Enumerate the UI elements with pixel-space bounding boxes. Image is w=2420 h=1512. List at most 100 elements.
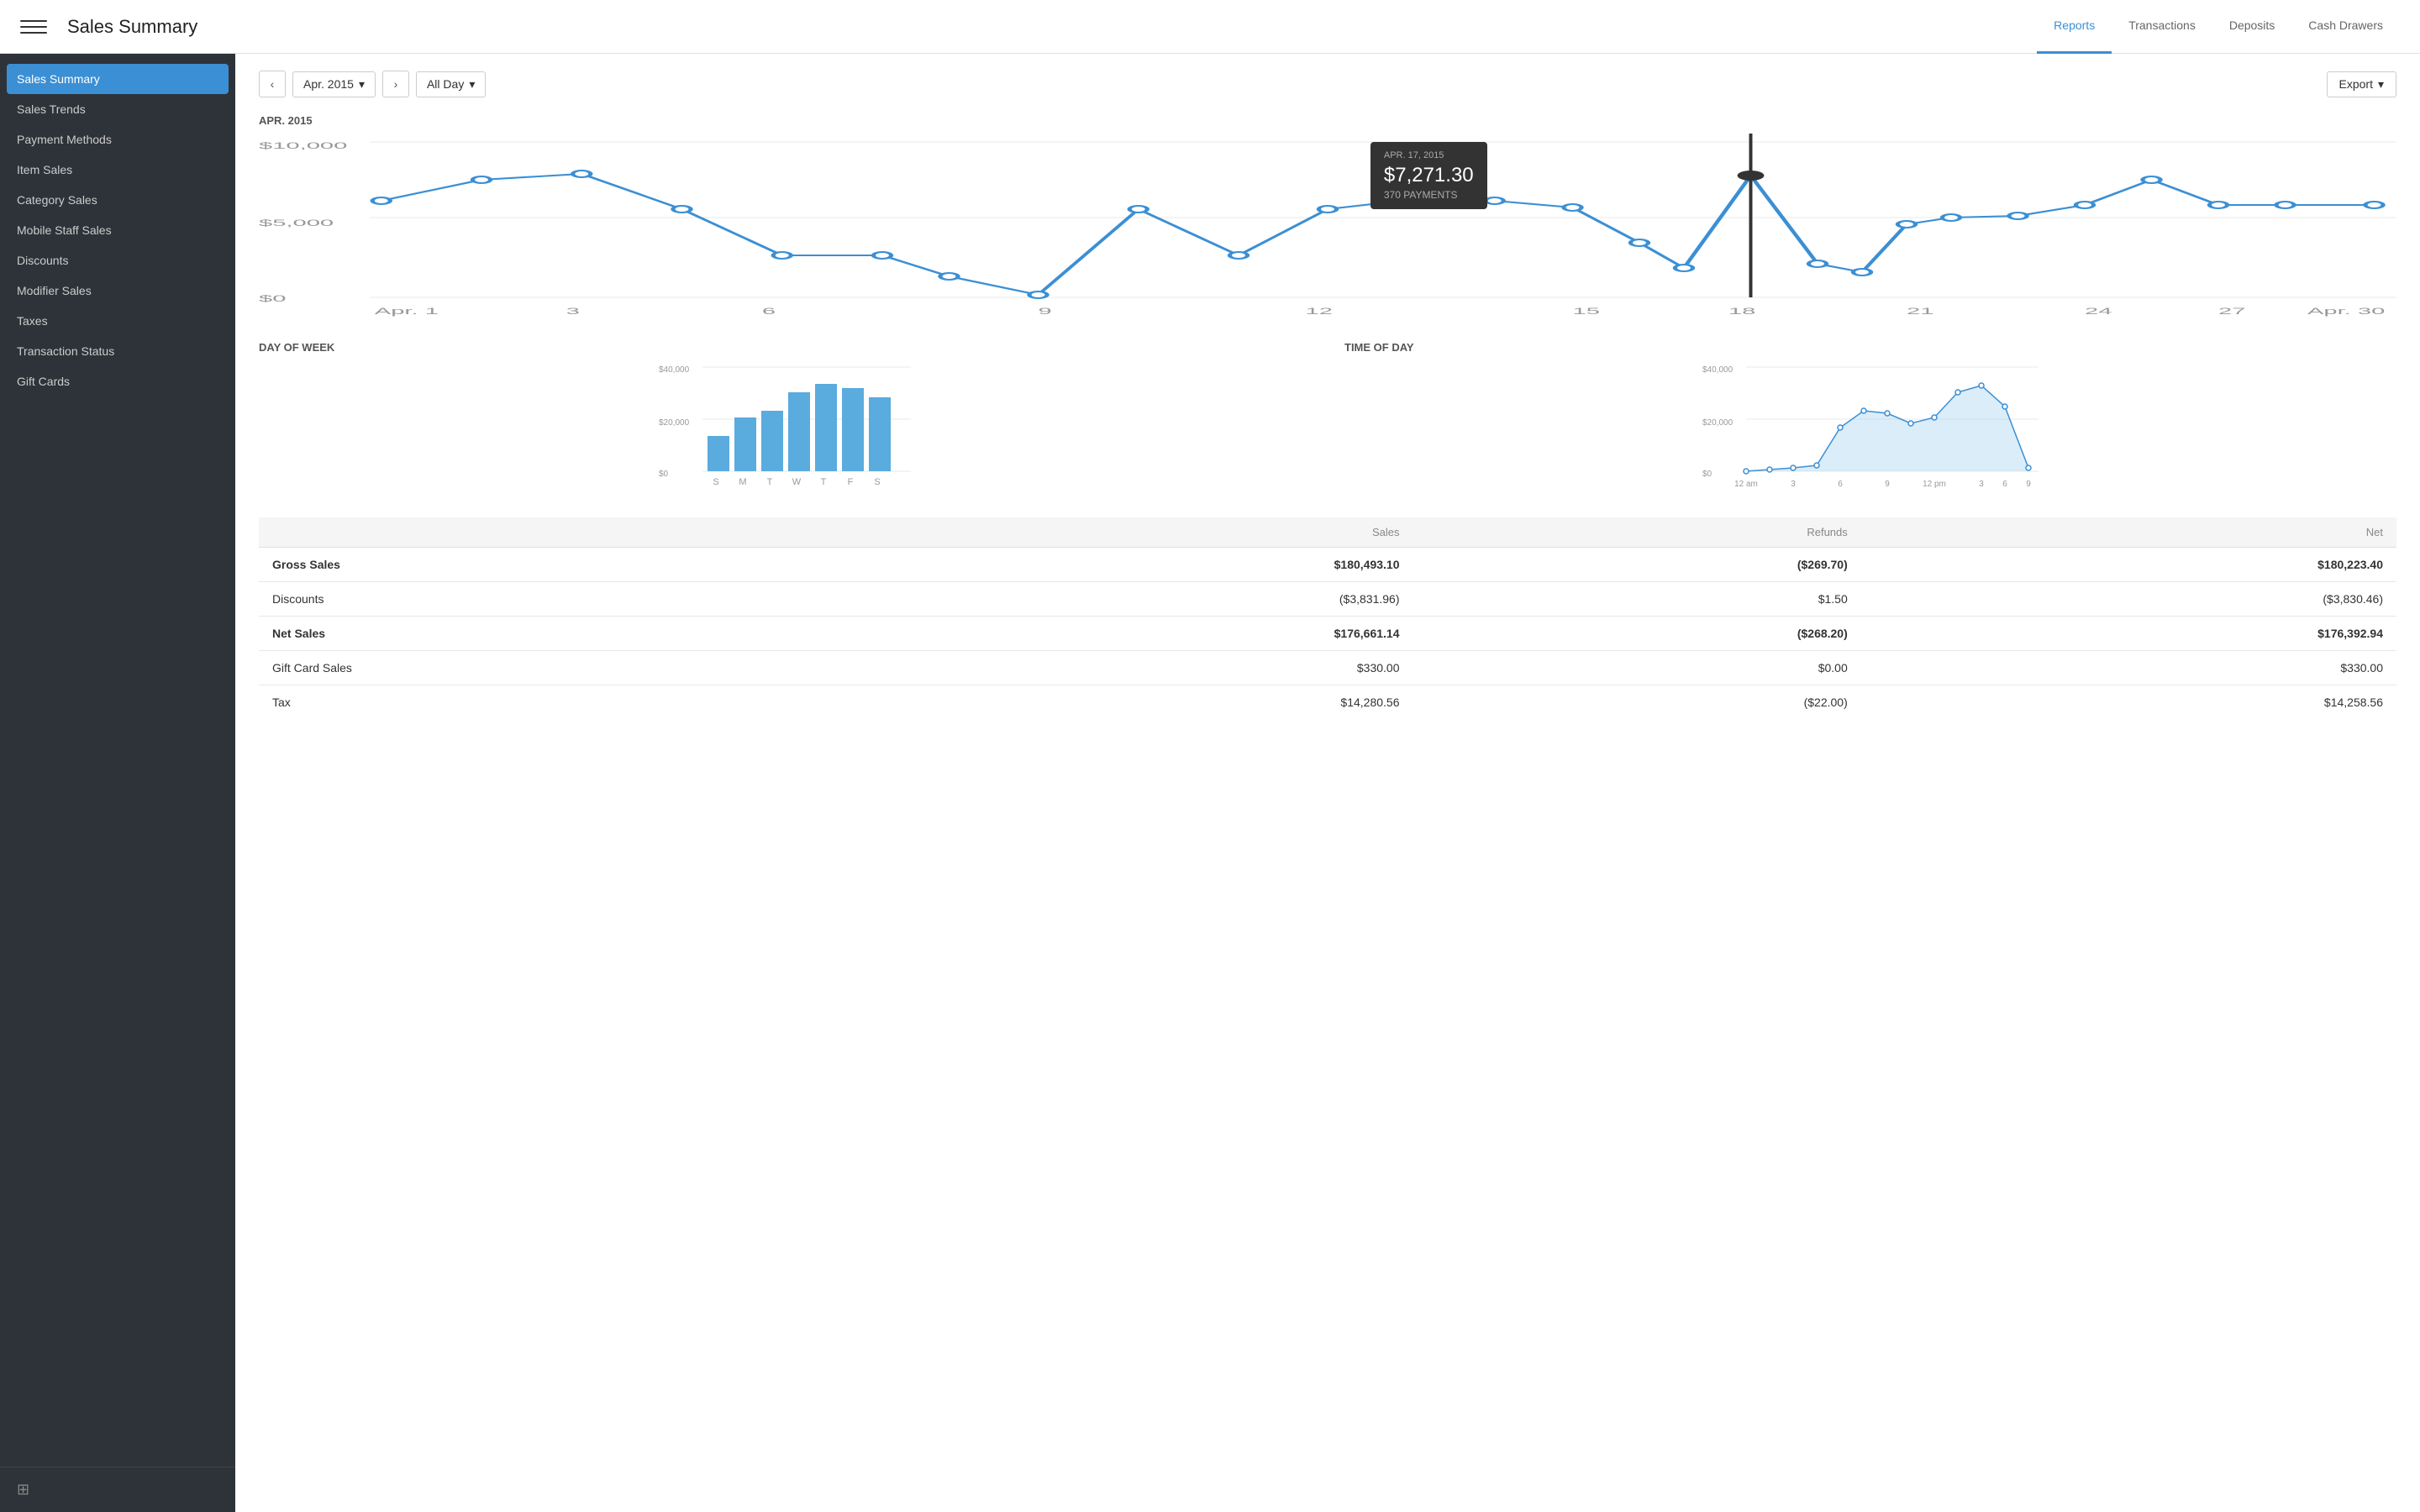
row-sales: $330.00 — [877, 651, 1413, 685]
svg-text:$40,000: $40,000 — [659, 365, 690, 375]
sidebar-item-sales-summary[interactable]: Sales Summary — [7, 64, 229, 94]
sidebar-item-mobile-staff-sales[interactable]: Mobile Staff Sales — [0, 215, 235, 245]
toolbar: ‹ Apr. 2015 ▾ › All Day ▾ Export ▾ — [259, 71, 2396, 97]
nav-cash-drawers[interactable]: Cash Drawers — [2291, 0, 2400, 54]
row-label: Net Sales — [259, 617, 877, 651]
nav-reports[interactable]: Reports — [2037, 0, 2112, 54]
row-sales: $14,280.56 — [877, 685, 1413, 720]
date-chevron-icon: ▾ — [359, 77, 365, 92]
dow-chart-title: DAY OF WEEK — [259, 341, 1311, 354]
svg-text:F: F — [848, 477, 854, 487]
svg-text:$0: $0 — [259, 293, 286, 303]
svg-text:Apr. 1: Apr. 1 — [375, 306, 439, 316]
dow-bar-chart: $40,000 $20,000 $0 — [259, 360, 1311, 495]
nav-deposits[interactable]: Deposits — [2212, 0, 2291, 54]
svg-text:9: 9 — [1039, 306, 1052, 316]
row-refunds: $1.50 — [1413, 582, 1861, 617]
sidebar-item-gift-cards[interactable]: Gift Cards — [0, 366, 235, 396]
svg-text:6: 6 — [762, 306, 776, 316]
sidebar-footer: ⊞ — [0, 1467, 235, 1512]
svg-text:9: 9 — [1885, 480, 1890, 489]
time-chevron-icon: ▾ — [469, 77, 475, 92]
svg-text:3: 3 — [1979, 480, 1984, 489]
svg-text:15: 15 — [1573, 306, 1600, 316]
svg-text:3: 3 — [1791, 480, 1796, 489]
svg-text:S: S — [874, 477, 880, 487]
next-button[interactable]: › — [382, 71, 409, 97]
svg-text:6: 6 — [2002, 480, 2007, 489]
main-layout: Sales Summary Sales Trends Payment Metho… — [0, 54, 2420, 1512]
row-label: Discounts — [259, 582, 877, 617]
sidebar-item-modifier-sales[interactable]: Modifier Sales — [0, 276, 235, 306]
row-sales: $176,661.14 — [877, 617, 1413, 651]
svg-text:18: 18 — [1728, 306, 1755, 316]
sidebar-item-transaction-status[interactable]: Transaction Status — [0, 336, 235, 366]
main-chart: APR. 2015 APR. 17, 2015 $7,271.30 370 PA… — [259, 114, 2396, 321]
square-icon: ⊞ — [17, 1481, 29, 1498]
time-picker[interactable]: All Day ▾ — [416, 71, 486, 97]
svg-text:12 am: 12 am — [1734, 480, 1758, 489]
sidebar-item-item-sales[interactable]: Item Sales — [0, 155, 235, 185]
col-sales: Sales — [877, 517, 1413, 548]
table-row: Gross Sales $180,493.10 ($269.70) $180,2… — [259, 548, 2396, 582]
row-sales: ($3,831.96) — [877, 582, 1413, 617]
col-refunds: Refunds — [1413, 517, 1861, 548]
row-refunds: ($22.00) — [1413, 685, 1861, 720]
sidebar-item-taxes[interactable]: Taxes — [0, 306, 235, 336]
prev-button[interactable]: ‹ — [259, 71, 286, 97]
row-net: $330.00 — [1861, 651, 2396, 685]
row-sales: $180,493.10 — [877, 548, 1413, 582]
main-line-chart: $10,000 $5,000 $0 — [259, 134, 2396, 318]
svg-text:$5,000: $5,000 — [259, 218, 334, 228]
row-label: Gross Sales — [259, 548, 877, 582]
date-label: Apr. 2015 — [303, 77, 354, 91]
table-row: Discounts ($3,831.96) $1.50 ($3,830.46) — [259, 582, 2396, 617]
tod-chart-title: TIME OF DAY — [1344, 341, 2396, 354]
time-label: All Day — [427, 77, 464, 91]
table-row: Net Sales $176,661.14 ($268.20) $176,392… — [259, 617, 2396, 651]
sidebar-item-payment-methods[interactable]: Payment Methods — [0, 124, 235, 155]
sidebar-item-category-sales[interactable]: Category Sales — [0, 185, 235, 215]
svg-text:$20,000: $20,000 — [659, 418, 690, 428]
svg-text:$10,000: $10,000 — [259, 140, 347, 150]
svg-text:T: T — [767, 477, 773, 487]
top-nav: Reports Transactions Deposits Cash Drawe… — [2037, 0, 2400, 54]
tod-chart: TIME OF DAY $40,000 $20,000 $0 — [1344, 341, 2396, 497]
sidebar-item-discounts[interactable]: Discounts — [0, 245, 235, 276]
summary-table: Sales Refunds Net Gross Sales $180,493.1… — [259, 517, 2396, 719]
svg-text:$0: $0 — [659, 470, 669, 479]
nav-transactions[interactable]: Transactions — [2112, 0, 2212, 54]
sidebar: Sales Summary Sales Trends Payment Metho… — [0, 54, 235, 1512]
svg-text:3: 3 — [566, 306, 580, 316]
svg-text:M: M — [739, 477, 746, 487]
row-refunds: ($268.20) — [1413, 617, 1861, 651]
export-label: Export — [2339, 77, 2373, 91]
main-chart-label: APR. 2015 — [259, 114, 2396, 127]
row-net: ($3,830.46) — [1861, 582, 2396, 617]
svg-text:24: 24 — [2085, 306, 2112, 316]
svg-text:21: 21 — [1907, 306, 1933, 316]
dow-chart: DAY OF WEEK $40,000 $20,000 $0 — [259, 341, 1311, 497]
row-net: $176,392.94 — [1861, 617, 2396, 651]
sidebar-item-sales-trends[interactable]: Sales Trends — [0, 94, 235, 124]
row-label: Gift Card Sales — [259, 651, 877, 685]
row-net: $14,258.56 — [1861, 685, 2396, 720]
menu-icon[interactable] — [20, 20, 47, 34]
svg-text:12: 12 — [1306, 306, 1333, 316]
svg-text:T: T — [821, 477, 827, 487]
svg-text:6: 6 — [1838, 480, 1843, 489]
row-label: Tax — [259, 685, 877, 720]
export-chevron-icon: ▾ — [2378, 77, 2384, 92]
table-row: Tax $14,280.56 ($22.00) $14,258.56 — [259, 685, 2396, 720]
table-row: Gift Card Sales $330.00 $0.00 $330.00 — [259, 651, 2396, 685]
svg-text:27: 27 — [2218, 306, 2245, 316]
col-net: Net — [1861, 517, 2396, 548]
svg-text:W: W — [792, 477, 802, 487]
page-title: Sales Summary — [67, 16, 2037, 38]
export-button[interactable]: Export ▾ — [2327, 71, 2397, 97]
row-refunds: $0.00 — [1413, 651, 1861, 685]
svg-text:$20,000: $20,000 — [1702, 418, 1733, 428]
svg-text:9: 9 — [2026, 480, 2031, 489]
date-picker[interactable]: Apr. 2015 ▾ — [292, 71, 376, 97]
svg-text:12 pm: 12 pm — [1923, 480, 1946, 489]
